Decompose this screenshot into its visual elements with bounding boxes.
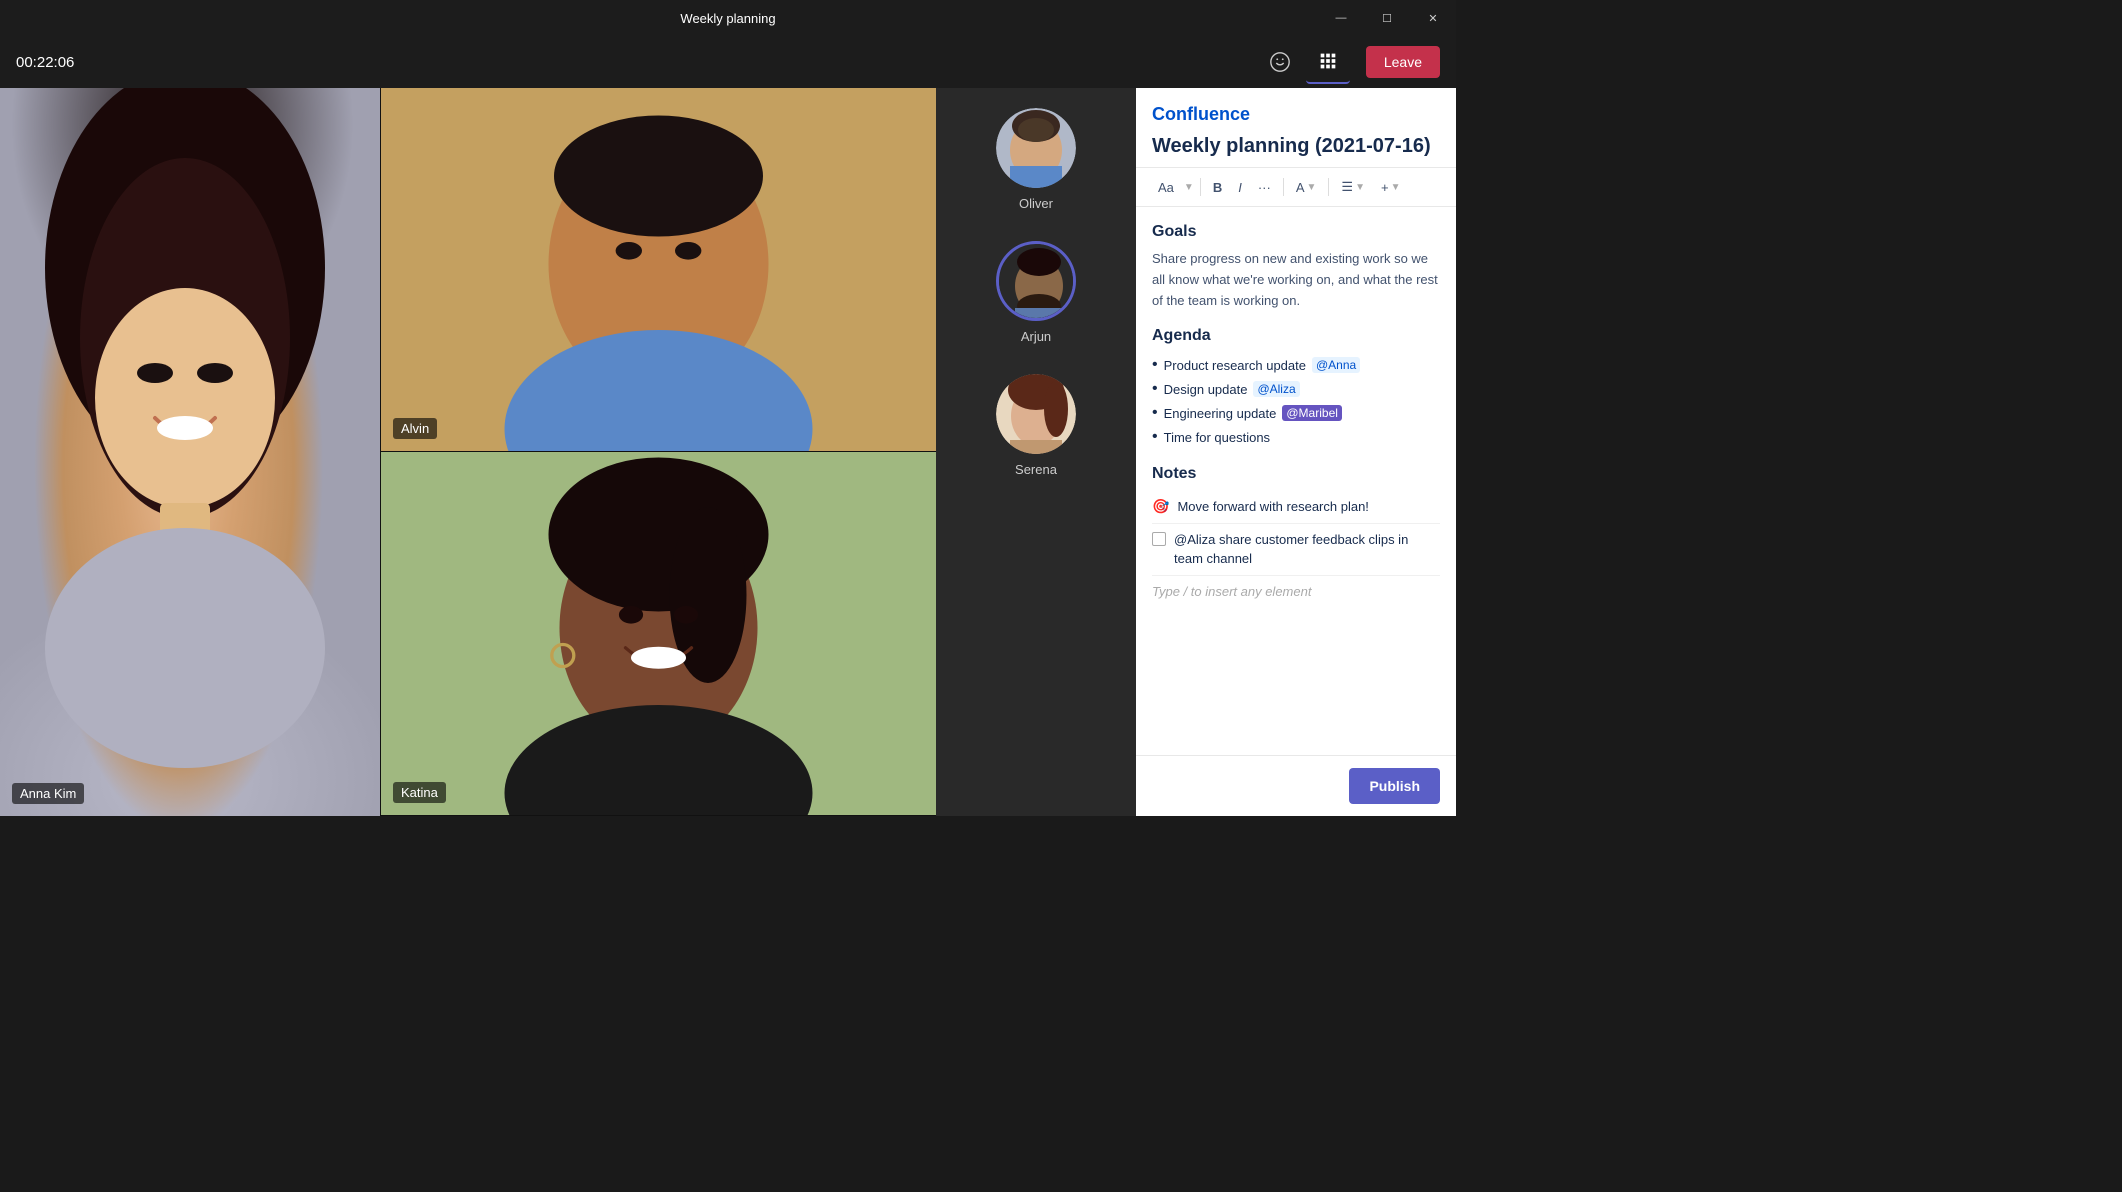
participant-arjun: Arjun: [996, 241, 1076, 344]
goals-text: Share progress on new and existing work …: [1152, 249, 1440, 311]
confluence-body: Goals Share progress on new and existing…: [1136, 207, 1456, 755]
title-bar: Weekly planning — ☐ ✕: [0, 0, 1456, 36]
insert-button[interactable]: + ▼: [1375, 177, 1407, 198]
agenda-item-1-text: Product research update: [1164, 358, 1306, 373]
video-grid-right: Alvin: [380, 88, 936, 816]
toolbar-sep-1: [1200, 178, 1201, 196]
italic-button[interactable]: I: [1232, 177, 1248, 198]
participant-name-arjun: Arjun: [1021, 329, 1051, 344]
agenda-item-4-text: Time for questions: [1164, 430, 1270, 445]
publish-button[interactable]: Publish: [1349, 768, 1440, 804]
participant-name-oliver: Oliver: [1019, 196, 1053, 211]
participant-name-serena: Serena: [1015, 462, 1057, 477]
video-feed-katina: Katina: [380, 452, 936, 816]
window-controls: — ☐ ✕: [1318, 0, 1456, 36]
agenda-item-2: Design update @Aliza: [1152, 377, 1440, 401]
confluence-doc-title: Weekly planning (2021-07-16): [1152, 133, 1440, 159]
agenda-heading: Agenda: [1152, 327, 1440, 345]
goals-heading: Goals: [1152, 223, 1440, 241]
agenda-item-1: Product research update @Anna: [1152, 353, 1440, 377]
mention-aliza[interactable]: @Aliza: [1253, 381, 1299, 397]
agenda-item-2-text: Design update: [1164, 382, 1248, 397]
confluence-logo: Confluence: [1152, 104, 1440, 125]
note-item-2: @Aliza share customer feedback clips in …: [1152, 524, 1440, 576]
note-text-1: Move forward with research plan!: [1177, 497, 1440, 517]
participant-serena: Serena: [996, 374, 1076, 477]
note-item-1: 🎯 Move forward with research plan!: [1152, 491, 1440, 524]
notes-heading: Notes: [1152, 465, 1440, 483]
participants-sidebar: Oliver Arjun: [936, 88, 1136, 816]
top-bar-actions: Leave: [1258, 40, 1440, 84]
toolbar-sep-2: [1283, 178, 1284, 196]
bold-button[interactable]: B: [1207, 177, 1228, 198]
avatar-oliver: [996, 108, 1076, 188]
emoji-reactions-button[interactable]: [1258, 40, 1302, 84]
text-color-button[interactable]: A ▼: [1290, 177, 1323, 198]
type-hint[interactable]: Type / to insert any element: [1152, 576, 1440, 607]
katina-name-badge: Katina: [393, 782, 446, 803]
agenda-item-4: Time for questions: [1152, 425, 1440, 449]
confluence-panel: Confluence Weekly planning (2021-07-16) …: [1136, 88, 1456, 816]
note-text-2: @Aliza share customer feedback clips in …: [1174, 530, 1440, 569]
mention-maribel[interactable]: @Maribel: [1282, 405, 1342, 421]
top-bar: 00:22:06 Leave: [0, 36, 1456, 88]
note-icon-pin: 🎯: [1152, 498, 1169, 515]
call-timer: 00:22:06: [16, 54, 74, 71]
maximize-button[interactable]: ☐: [1364, 0, 1410, 36]
close-button[interactable]: ✕: [1410, 0, 1456, 36]
confluence-toolbar: Aa ▼ B I ··· A ▼ ☰ ▼ + ▼: [1136, 168, 1456, 207]
confluence-header: Confluence Weekly planning (2021-07-16): [1136, 88, 1456, 168]
video-feed-anna: Anna Kim: [0, 88, 380, 816]
anna-name-badge: Anna Kim: [12, 783, 84, 804]
notes-list: 🎯 Move forward with research plan! @Aliz…: [1152, 491, 1440, 607]
apps-button[interactable]: [1306, 40, 1350, 84]
anna-video-image: [0, 88, 380, 816]
leave-button[interactable]: Leave: [1366, 46, 1440, 78]
avatar-serena: [996, 374, 1076, 454]
main-content: Anna Kim: [0, 88, 1456, 816]
window-title: Weekly planning: [680, 11, 775, 26]
agenda-item-3: Engineering update @Maribel: [1152, 401, 1440, 425]
minimize-button[interactable]: —: [1318, 0, 1364, 36]
alvin-name-badge: Alvin: [393, 418, 437, 439]
confluence-footer: Publish: [1136, 755, 1456, 816]
note-checkbox-1[interactable]: [1152, 532, 1166, 546]
avatar-arjun: [996, 241, 1076, 321]
toolbar-sep-3: [1328, 178, 1329, 196]
agenda-item-3-text: Engineering update: [1164, 406, 1277, 421]
font-size-button[interactable]: Aa: [1152, 177, 1180, 198]
more-formatting-button[interactable]: ···: [1252, 177, 1277, 198]
participant-oliver: Oliver: [996, 108, 1076, 211]
agenda-list: Product research update @Anna Design upd…: [1152, 353, 1440, 449]
video-area: Anna Kim: [0, 88, 1136, 816]
mention-anna[interactable]: @Anna: [1312, 357, 1360, 373]
video-feed-alvin: Alvin: [380, 88, 936, 452]
list-button[interactable]: ☰ ▼: [1335, 176, 1371, 198]
